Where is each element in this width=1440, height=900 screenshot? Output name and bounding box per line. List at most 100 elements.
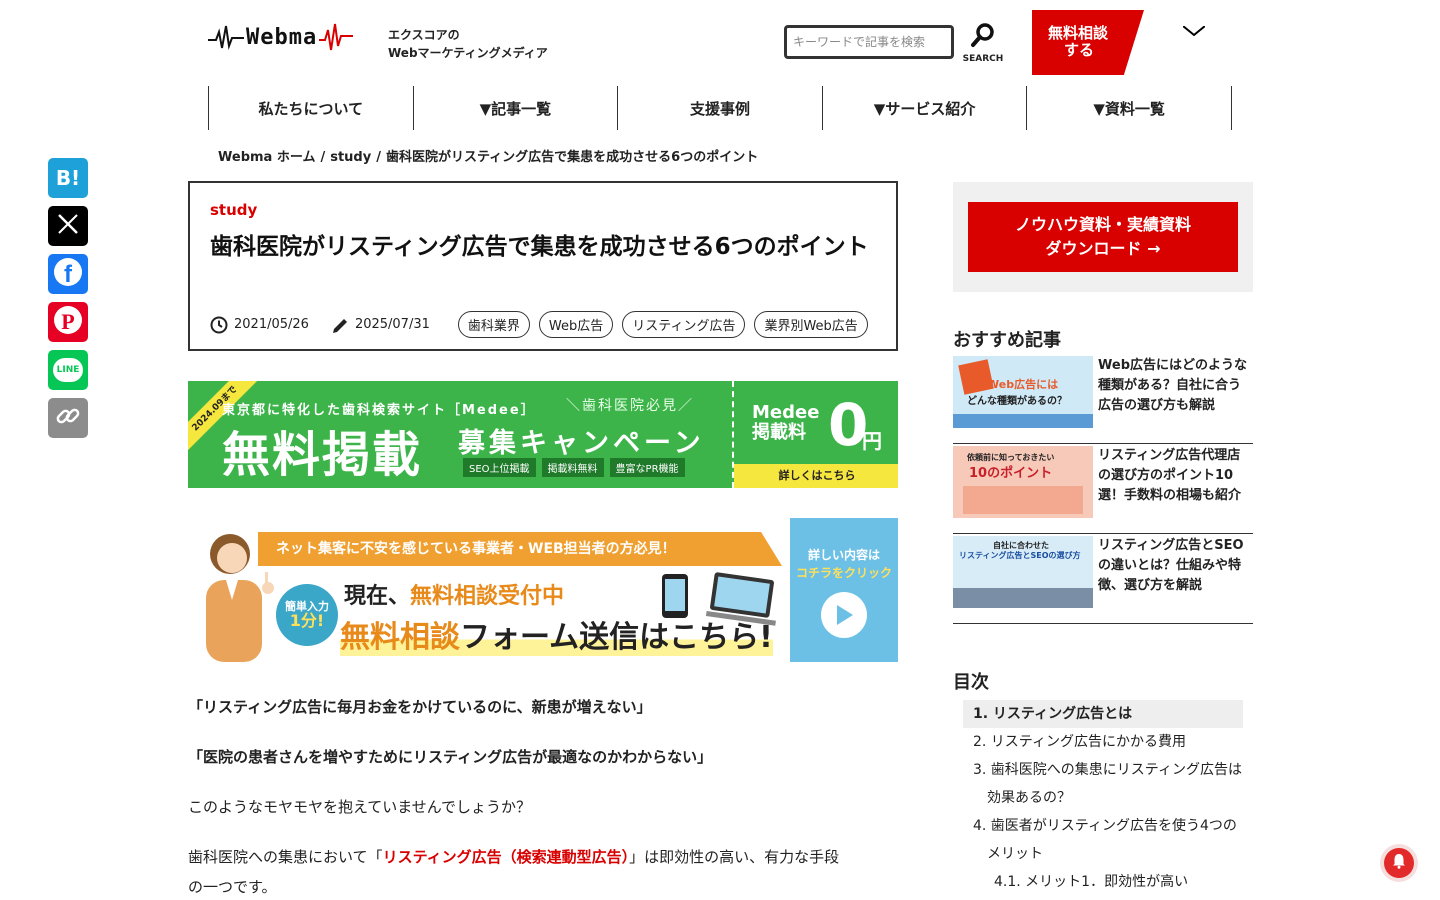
medee-campaign-banner[interactable]: 2024.09まで 東京都に特化した歯科検索サイト［Medee］ ＼歯科医院必見… — [188, 381, 898, 488]
breadcrumb-category[interactable]: study — [330, 150, 371, 165]
line-share-button[interactable]: LINE — [48, 350, 88, 390]
toc-item-label: 4. 歯医者がリスティング広告を使う4つの — [973, 818, 1237, 834]
banner-price: Medee 掲載料 0 円 詳しくはこちら — [732, 381, 898, 488]
line-icon-label: LINE — [56, 365, 80, 375]
x-share-button[interactable] — [48, 206, 88, 246]
banner-price-label: Medee 掲載料 — [752, 403, 819, 443]
toc-subitem[interactable]: 4.1. メリット1．即効性が高い — [963, 868, 1243, 896]
clock-icon — [210, 316, 228, 333]
toc-item[interactable]: 2. リスティング広告にかかる費用 — [963, 728, 1243, 756]
breadcrumb-sep: / — [376, 150, 381, 165]
banner2-line1: 現在、無料相談受付中 — [344, 578, 564, 610]
person-illustration-icon — [194, 526, 278, 662]
download-docs-button[interactable]: ノウハウ資料・実績資料 ダウンロード → — [968, 202, 1238, 272]
consult-label-2: する — [1064, 41, 1095, 59]
breadcrumb: Webma ホーム / study / 歯科医院がリスティング広告で集患を成功させる6つ… — [218, 146, 758, 165]
search-input[interactable] — [787, 28, 951, 56]
nav-item-articles[interactable]: ▼記事一覧 — [414, 86, 619, 130]
table-of-contents: 1. リスティング広告とは 2. リスティング広告にかかる費用 3. 歯科医院へ… — [963, 700, 1243, 896]
banner2-click-cta: 詳しい内容は コチラをクリック — [790, 518, 898, 662]
toc-item[interactable]: 1. リスティング広告とは — [963, 700, 1243, 728]
share-bar: B! f P LINE — [48, 158, 88, 446]
devices-icon — [658, 570, 778, 630]
toc-item-label-2: 効果あるの？ — [987, 790, 1071, 806]
download-label-2: ダウンロード → — [1045, 239, 1161, 258]
hatena-icon: B! — [55, 166, 81, 190]
body-paragraph-1: このようなモヤモヤを抱えていませんでしょうか？ — [188, 798, 532, 816]
toc-item-label-2: メリット — [987, 846, 1043, 862]
nav-item-cases[interactable]: 支援事例 — [618, 86, 823, 130]
thumb-text-2: 10のポイント — [969, 466, 1053, 481]
free-consult-banner[interactable]: ネット集客に不安を感じている事業者・WEB担当者の方必見！ 簡単入力 1分! 現… — [188, 518, 898, 662]
contact-button[interactable]: CONTACT — [1144, 25, 1232, 65]
notification-bell-button[interactable] — [1384, 848, 1414, 878]
play-icon — [821, 592, 867, 638]
recommended-heading: おすすめ記事 — [953, 330, 1061, 351]
published-date-text: 2021/05/26 — [234, 317, 309, 332]
banner-detail-link: 詳しくはこちら — [734, 464, 898, 488]
main-nav: 私たちについて ▼記事一覧 支援事例 ▼サービス紹介 ▼資料一覧 — [208, 86, 1232, 130]
nav-item-services[interactable]: ▼サービス紹介 — [823, 86, 1028, 130]
hatena-bookmark-button[interactable]: B! — [48, 158, 88, 198]
bell-icon — [1391, 853, 1407, 873]
copy-link-button[interactable] — [48, 398, 88, 438]
pinterest-share-button[interactable]: P — [48, 302, 88, 342]
x-icon — [56, 212, 80, 240]
logo-tagline: エクスコアの Webマーケティングメディア — [388, 26, 548, 62]
nav-item-about[interactable]: 私たちについて — [209, 86, 414, 130]
tagline-line-2: Webマーケティングメディア — [388, 46, 548, 60]
site-logo[interactable]: Webma エクスコアの Webマーケティングメディア — [208, 22, 548, 60]
recommended-thumb: 依頼前に知っておきたい 10のポイント — [953, 446, 1093, 518]
svg-text:f: f — [64, 261, 73, 287]
banner-chip: 掲載料無料 — [541, 458, 604, 477]
banner-price-yen: 円 — [862, 429, 882, 453]
banner-price-fee: 掲載料 — [752, 422, 806, 443]
envelope-icon — [1144, 25, 1232, 46]
body-quote-1: 「リスティング広告に毎月お金をかけているのに、新患が増えない」 — [188, 698, 652, 716]
recommended-title: リスティング広告代理店の選び方のポイント10選！手数料の相場も紹介 — [1098, 448, 1242, 503]
recommended-thumb: 自社に合わせた リスティング広告とSEOの選び方 — [953, 536, 1093, 608]
svg-text:P: P — [61, 309, 74, 334]
banner-note: ＼歯科医院必見／ — [566, 398, 694, 414]
tag-industry-web-ads[interactable]: 業界別Web広告 — [754, 311, 868, 338]
body-p4-d: の一つです。 — [188, 878, 277, 896]
body-quote-2: 「医院の患者さんを増やすためにリスティング広告が最適なのかわからない」 — [188, 748, 713, 766]
tag-dental-industry[interactable]: 歯科業界 — [457, 311, 530, 338]
tag-listing-ads[interactable]: リスティング広告 — [622, 311, 746, 338]
updated-date-text: 2025/07/31 — [354, 317, 430, 332]
search-button[interactable]: SEARCH — [962, 22, 1004, 66]
thumb-band — [953, 588, 1093, 608]
toc-item[interactable]: 4. 歯医者がリスティング広告を使う4つの メリット — [963, 812, 1243, 868]
recommended-item[interactable]: Web広告には どんな種類があるの？ Web広告にはどのような種類がある？自社に… — [953, 356, 1253, 444]
thumb-text-2: どんな種類があるの？ — [967, 396, 1067, 407]
consult-label-1: 無料相談 — [1048, 24, 1109, 42]
nav-item-documents[interactable]: ▼資料一覧 — [1027, 86, 1232, 130]
article-meta: 2021/05/26 2025/07/31 歯科業界 Web広告 リスティング広… — [210, 311, 877, 338]
body-paragraph-2: 歯科医院への集患において「リスティング広告（検索連動型広告）」は即効性の高い、有… — [188, 842, 900, 900]
facebook-icon: f — [53, 257, 83, 291]
article-title: 歯科医院がリスティング広告で集患を成功させる6つのポイント — [210, 234, 869, 260]
banner-chips: SEO上位掲載 掲載料無料 豊富なPR機能 — [463, 458, 691, 477]
search-box — [784, 25, 954, 59]
search-label: SEARCH — [962, 54, 1004, 64]
toc-item[interactable]: 3. 歯科医院への集患にリスティング広告は 効果あるの？ — [963, 756, 1243, 812]
breadcrumb-home[interactable]: Webma ホーム — [218, 150, 315, 165]
recommended-item[interactable]: 依頼前に知っておきたい 10のポイント リスティング広告代理店の選び方のポイント… — [953, 446, 1253, 534]
banner-main: 無料掲載 — [222, 427, 423, 483]
tag-web-ads[interactable]: Web広告 — [538, 311, 614, 338]
facebook-share-button[interactable]: f — [48, 254, 88, 294]
tagline-line-1: エクスコアの — [388, 28, 460, 42]
heartbeat-right-icon — [319, 22, 354, 52]
recommended-item[interactable]: 自社に合わせた リスティング広告とSEOの選び方 リスティング広告とSEOの違い… — [953, 536, 1253, 624]
banner2-line1-b: 無料相談受付中 — [410, 584, 565, 609]
free-consult-button[interactable]: 無料相談 する — [1032, 10, 1144, 75]
pencil-icon — [332, 318, 347, 333]
banner-chip: 豊富なPR機能 — [609, 458, 685, 477]
body-p4-highlight: リスティング広告（検索連動型広告） — [382, 848, 630, 866]
thumb-band — [963, 486, 1083, 514]
recommended-thumb: Web広告には どんな種類があるの？ — [953, 356, 1093, 428]
thumb-text-1: Web広告には — [987, 378, 1059, 391]
article-category[interactable]: study — [210, 201, 257, 219]
banner-chip: SEO上位掲載 — [463, 458, 536, 477]
updated-date: 2025/07/31 — [331, 316, 430, 334]
